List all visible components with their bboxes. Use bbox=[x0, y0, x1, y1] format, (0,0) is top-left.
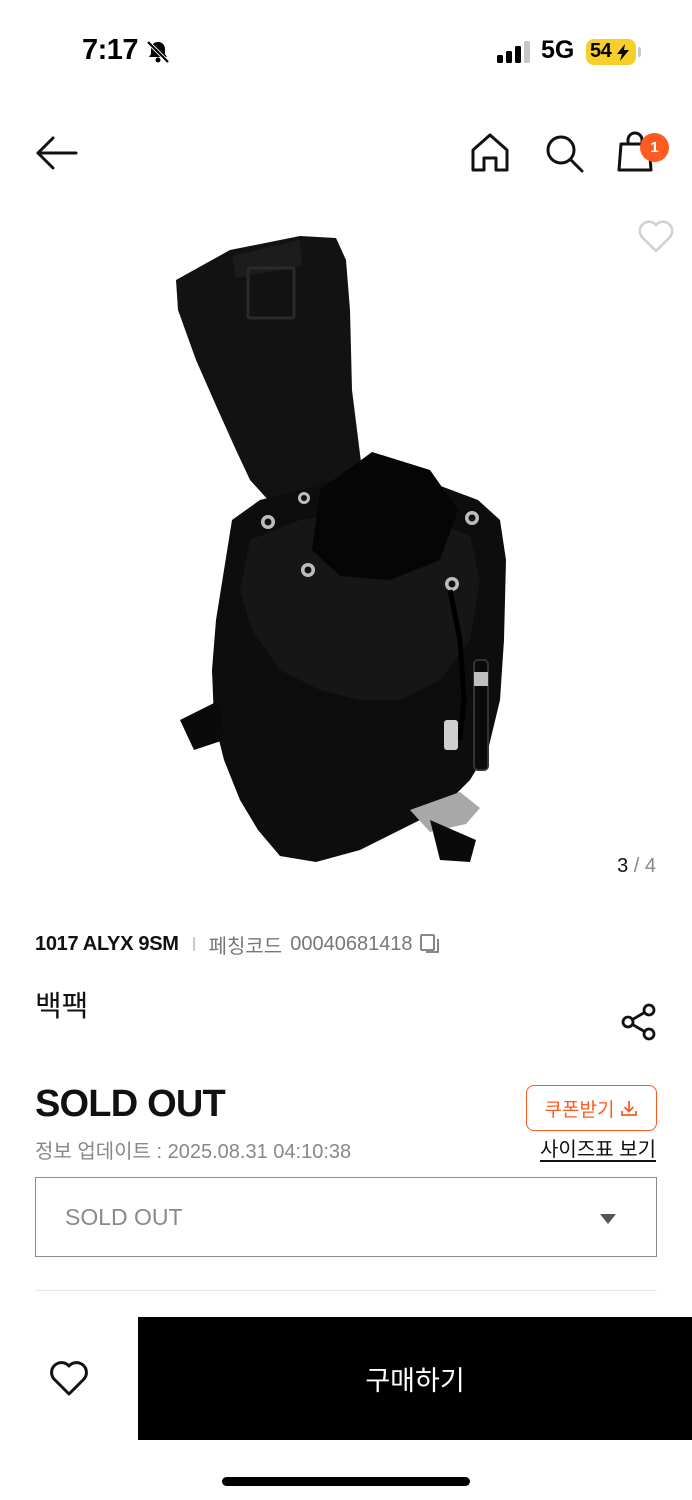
product-image[interactable] bbox=[140, 220, 540, 880]
battery-charging-icon: 54 bbox=[586, 39, 636, 65]
fetching-code-value: 00040681418 bbox=[290, 932, 413, 955]
home-icon[interactable] bbox=[468, 130, 512, 176]
image-counter-divider: / bbox=[633, 855, 640, 877]
section-divider bbox=[35, 1290, 657, 1291]
brand-name[interactable]: 1017 ALYX 9SM bbox=[35, 933, 179, 956]
image-counter-total: 4 bbox=[644, 855, 656, 877]
dropdown-arrow-icon bbox=[600, 1214, 616, 1224]
size-chart-link[interactable]: 사이즈표 보기 bbox=[540, 1133, 656, 1162]
download-icon bbox=[621, 1101, 638, 1116]
bell-off-icon bbox=[146, 40, 170, 64]
option-select[interactable]: SOLD OUT bbox=[35, 1177, 657, 1257]
home-indicator bbox=[222, 1477, 470, 1486]
status-bar: 7:17 5G 54 bbox=[0, 0, 692, 100]
sold-out-status: SOLD OUT bbox=[35, 1083, 226, 1125]
buy-button[interactable]: 구매하기 bbox=[138, 1317, 692, 1440]
battery-cap bbox=[638, 47, 641, 57]
product-name: 백팩 bbox=[35, 991, 89, 1023]
copy-icon[interactable] bbox=[419, 933, 441, 955]
fetching-code-label: 페칭코드 bbox=[208, 935, 283, 958]
update-timestamp: 정보 업데이트 : 2025.08.31 04:10:38 bbox=[35, 1141, 352, 1163]
share-icon[interactable] bbox=[620, 1003, 658, 1041]
image-counter-current: 3 bbox=[617, 855, 629, 877]
coupon-button-label: 쿠폰받기 bbox=[544, 1099, 615, 1121]
cart-count-badge: 1 bbox=[640, 133, 669, 162]
image-counter: 3 / 4 bbox=[617, 855, 656, 878]
bolt-icon bbox=[617, 44, 629, 61]
brand-separator bbox=[192, 937, 195, 951]
battery-level: 54 bbox=[590, 40, 612, 62]
brand-line: 1017 ALYX 9SM 페칭코드 00040681418 bbox=[35, 930, 441, 958]
option-select-value: SOLD OUT bbox=[65, 1203, 183, 1230]
status-time: 7:17 bbox=[82, 34, 139, 66]
signal-icon bbox=[497, 41, 530, 63]
back-arrow-icon[interactable] bbox=[34, 132, 80, 174]
search-icon[interactable] bbox=[542, 130, 586, 176]
network-type: 5G bbox=[541, 36, 575, 64]
bottom-wishlist-heart-icon[interactable] bbox=[48, 1358, 90, 1398]
wishlist-heart-icon[interactable] bbox=[637, 218, 675, 254]
coupon-button[interactable]: 쿠폰받기 bbox=[526, 1085, 657, 1131]
